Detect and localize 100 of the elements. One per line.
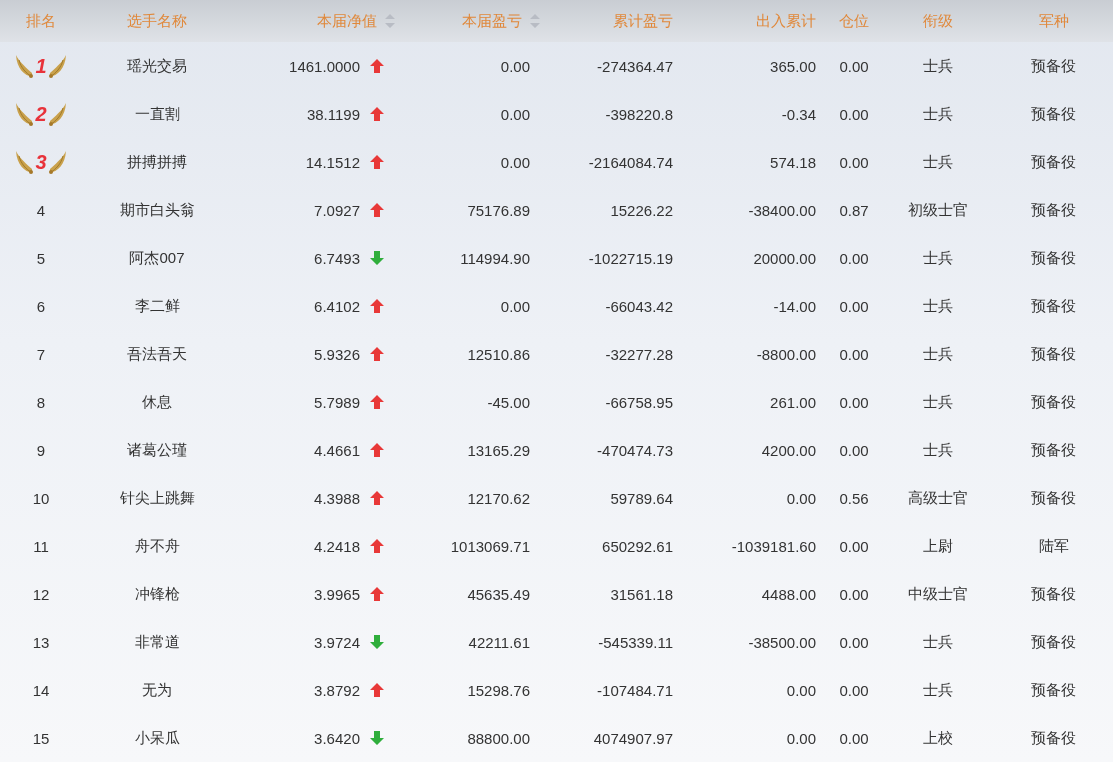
- player-name: 非常道: [134, 632, 180, 652]
- player-name: 无为: [142, 680, 172, 700]
- table-cell-text: 75176.89: [467, 201, 531, 219]
- net-value: 6.7493: [314, 249, 360, 267]
- column-header: 排名: [26, 11, 56, 31]
- table-cell: 预备役: [1031, 392, 1076, 412]
- table-cell-text: 1013069.71: [450, 537, 531, 555]
- net-value: 4.2418: [314, 537, 360, 555]
- rank-number: 8: [36, 393, 46, 411]
- table-cell: 士兵: [923, 632, 953, 652]
- table-cell-text: -45.00: [487, 393, 531, 411]
- column-header[interactable]: 本届盈亏: [462, 11, 522, 31]
- table-cell: 预备役: [1031, 344, 1076, 364]
- table-cell-text: 261.00: [770, 393, 817, 411]
- table-cell: 士兵: [923, 152, 953, 172]
- table-cell-text: 0.00: [500, 105, 531, 123]
- table-cell: 士兵: [923, 680, 953, 700]
- table-cell-text: -66043.42: [605, 297, 674, 315]
- player-name: 一直割: [134, 104, 180, 124]
- rank-number: 2: [35, 102, 47, 126]
- table-cell: 士兵: [923, 56, 953, 76]
- table-cell-text: -0.34: [781, 105, 817, 123]
- table-cell: 预备役: [1031, 680, 1076, 700]
- table-cell: 预备役: [1031, 152, 1076, 172]
- net-value: 4.3988: [314, 489, 360, 507]
- table-cell-text: 12510.86: [467, 345, 531, 363]
- net-value: 6.4102: [314, 297, 360, 315]
- table-cell-text: 59789.64: [610, 489, 674, 507]
- table-cell: 0.00: [839, 345, 869, 363]
- laurel-wing-icon: [47, 53, 68, 79]
- table-cell-text: 4488.00: [761, 585, 817, 603]
- table-cell-text: 0.00: [500, 297, 531, 315]
- table-cell: 0.00: [839, 105, 869, 123]
- table-cell-text: 15226.22: [610, 201, 674, 219]
- laurel-wing-icon: [14, 101, 35, 127]
- table-cell: 预备役: [1031, 728, 1076, 748]
- table-cell-text: 0.00: [500, 153, 531, 171]
- table-cell: 士兵: [923, 104, 953, 124]
- column-header: 衔级: [923, 11, 953, 31]
- table-cell: 士兵: [923, 248, 953, 268]
- table-cell: 0.00: [839, 249, 869, 267]
- rank-number: 13: [32, 633, 50, 651]
- table-cell: 预备役: [1031, 584, 1076, 604]
- sort-icon[interactable]: [385, 14, 395, 28]
- table-cell: 预备役: [1031, 296, 1076, 316]
- table-cell: 0.56: [839, 489, 869, 507]
- table-cell: 士兵: [923, 344, 953, 364]
- table-cell-text: 45635.49: [467, 585, 531, 603]
- net-value: 1461.0000: [289, 57, 360, 75]
- table-cell: 预备役: [1031, 488, 1076, 508]
- laurel-wing-icon: [14, 149, 35, 175]
- sort-icon[interactable]: [530, 14, 540, 28]
- table-cell: 士兵: [923, 440, 953, 460]
- table-cell: 0.00: [839, 681, 869, 699]
- player-name: 休息: [142, 392, 172, 412]
- rank-number: 14: [32, 681, 50, 699]
- column-header: 累计盈亏: [613, 11, 673, 31]
- player-name: 阿杰007: [129, 248, 185, 268]
- column-header: 选手名称: [127, 11, 187, 31]
- table-cell-text: 365.00: [770, 57, 817, 75]
- table-cell: 预备役: [1031, 632, 1076, 652]
- table-cell-text: -8800.00: [756, 345, 817, 363]
- table-cell-text: 114994.90: [460, 249, 531, 267]
- column-header[interactable]: 本届净值: [317, 11, 377, 31]
- table-cell: 上尉: [923, 536, 953, 556]
- table-cell: 预备役: [1031, 440, 1076, 460]
- table-cell-text: -470474.73: [597, 441, 674, 459]
- net-value: 4.4661: [314, 441, 360, 459]
- player-name: 小呆瓜: [134, 728, 180, 748]
- table-cell-text: 0.00: [786, 489, 817, 507]
- table-cell-text: 20000.00: [753, 249, 817, 267]
- rank-number: 12: [32, 585, 50, 603]
- rank-number: 15: [32, 729, 50, 747]
- player-name: 拼搏拼搏: [127, 152, 187, 172]
- table-cell: 0.00: [839, 729, 869, 747]
- rank-number: 5: [36, 249, 46, 267]
- table-cell-text: 0.00: [786, 729, 817, 747]
- player-name: 针尖上跳舞: [119, 488, 195, 508]
- net-value: 3.8792: [314, 681, 360, 699]
- table-cell-text: -2164084.74: [588, 153, 674, 171]
- table-cell-text: -38500.00: [748, 633, 817, 651]
- column-header: 出入累计: [756, 11, 816, 31]
- net-value: 14.1512: [305, 153, 360, 171]
- column-header: 军种: [1038, 11, 1069, 31]
- table-cell-text: 0.00: [786, 681, 817, 699]
- table-cell-text: -1039181.60: [731, 537, 817, 555]
- table-cell: 0.00: [839, 153, 869, 171]
- player-name: 诸葛公瑾: [127, 440, 187, 460]
- table-cell-text: -545339.11: [598, 633, 674, 651]
- table-cell-text: 574.18: [770, 153, 817, 171]
- table-cell-text: -32277.28: [605, 345, 674, 363]
- table-cell-text: 15298.76: [467, 681, 531, 699]
- table-cell-text: 88800.00: [467, 729, 531, 747]
- net-value: 38.1199: [306, 105, 360, 123]
- rank-number: 7: [36, 345, 46, 363]
- table-cell: 0.00: [839, 537, 869, 555]
- rank-number: 3: [35, 150, 47, 174]
- table-cell: 0.00: [839, 633, 869, 651]
- rank-number: 1: [35, 54, 47, 78]
- net-value: 5.9326: [314, 345, 360, 363]
